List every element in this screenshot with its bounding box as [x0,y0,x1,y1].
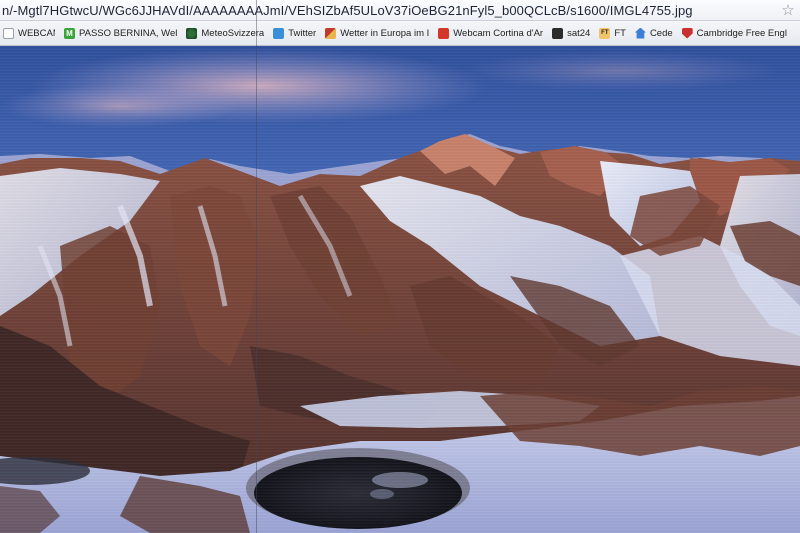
sat-icon [552,27,564,39]
bookmark-sat24[interactable]: sat24 [549,21,596,45]
url-text[interactable]: n/-Mgtl7HGtwcU/WGc6JJHAVdI/AAAAAAAAJmI/V… [0,3,776,18]
bookmark-star-icon[interactable]: ☆ [776,0,800,21]
bookmark-twitter[interactable]: Twitter [270,21,322,45]
bookmark-label: Cambridge Free Engl [696,27,787,39]
bookmarks-bar: WEBCAM M... M PASSO BERNINA, Wel MeteoSv… [0,21,800,46]
bookmark-meteosvizzera[interactable]: MeteoSvizzera [183,21,270,45]
bookmark-ft[interactable]: FT FT [596,21,632,45]
bookmark-webcam-cortina[interactable]: Webcam Cortina d'Ar [435,21,549,45]
home-icon [634,27,646,39]
bookmark-label: Webcam Cortina d'Ar [453,27,544,39]
doc-icon [3,27,14,39]
twitter-icon [273,27,285,39]
bookmark-label: MeteoSvizzera [201,27,265,39]
green-m-icon: M [64,27,75,39]
screen-artifact-line [256,0,257,533]
bookmark-label: WEBCAM M... [18,27,55,39]
bookmark-label: FT [614,27,626,39]
cloud-icon [438,27,450,39]
bookmark-cambridge[interactable]: Cambridge Free Engl [679,21,793,45]
browser-window: n/-Mgtl7HGtwcU/WGc6JJHAVdI/AAAAAAAAJmI/V… [0,0,800,533]
bookmark-wetter[interactable]: Wetter in Europa im I [322,21,435,45]
bookmark-label: sat24 [567,27,591,39]
bookmark-passo-bernina[interactable]: M PASSO BERNINA, Wel [61,21,183,45]
page-viewport [0,46,800,533]
wetter-icon [325,27,337,39]
bookmark-label: PASSO BERNINA, Wel [79,27,178,39]
mountain-photo [0,46,800,533]
bookmark-label: Cede [649,27,673,39]
bookmark-label: Twitter [288,27,317,39]
ft-icon: FT [599,27,611,39]
bookmark-cede[interactable]: Cede [632,21,679,45]
bookmark-webcam[interactable]: WEBCAM M... [0,21,61,45]
address-bar[interactable]: n/-Mgtl7HGtwcU/WGc6JJHAVdI/AAAAAAAAJmI/V… [0,0,800,21]
bookmark-label: Wetter in Europa im I [340,27,430,39]
meteo-icon [186,27,198,39]
shield-icon [681,27,693,39]
